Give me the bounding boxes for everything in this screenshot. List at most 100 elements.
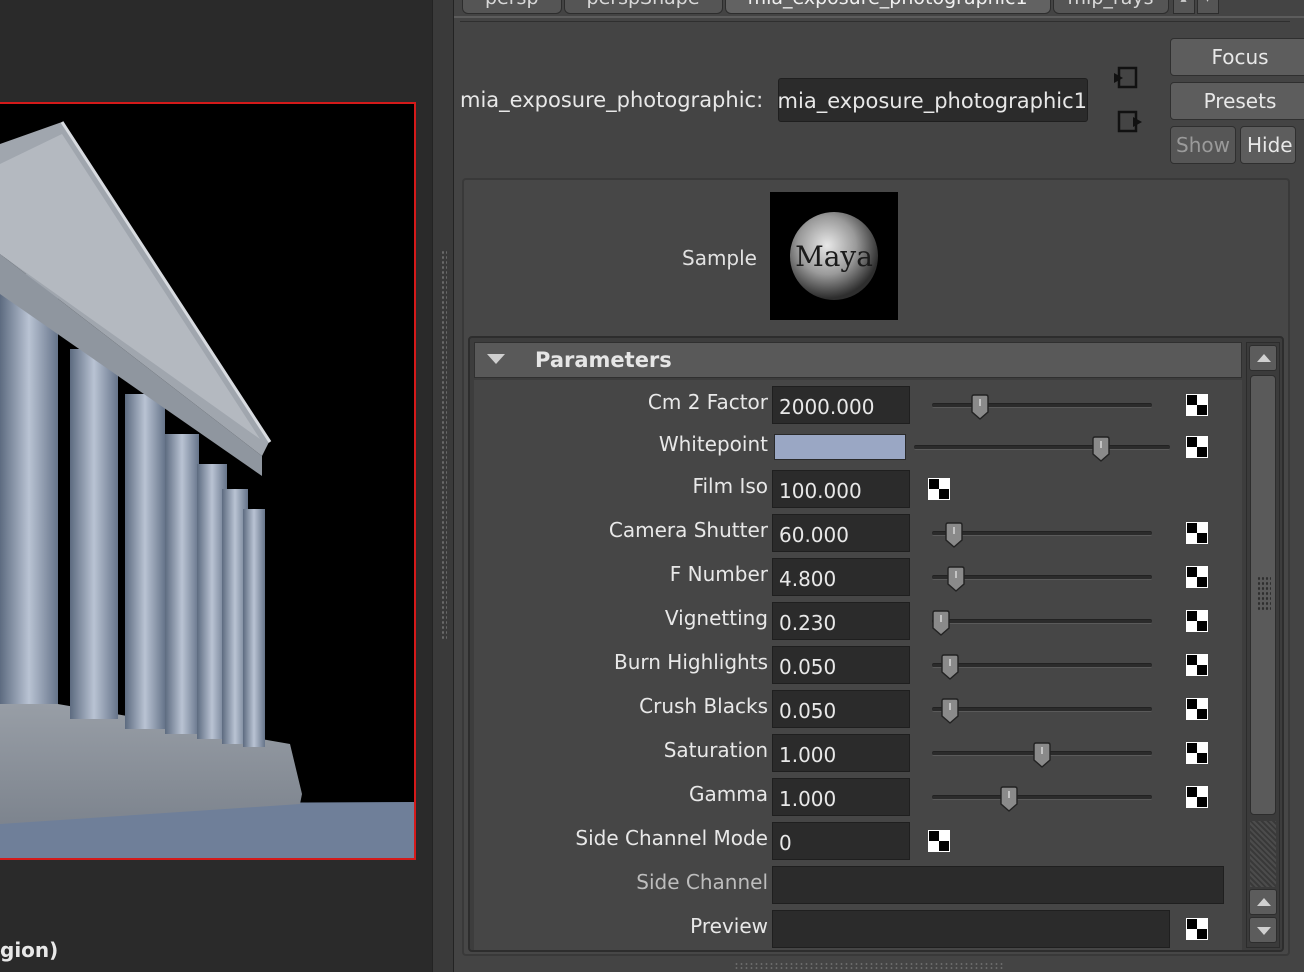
map-button-checker-icon[interactable]	[1186, 610, 1208, 632]
param-row-burn-highlights: Burn Highlights 0.050	[474, 644, 1242, 684]
side-channel-field[interactable]	[772, 866, 1224, 904]
node-name-field[interactable]: mia_exposure_photographic1	[778, 78, 1088, 122]
focus-button[interactable]: Focus	[1170, 38, 1304, 76]
slider-thumb-icon[interactable]	[946, 566, 966, 592]
panel-splitter[interactable]	[432, 0, 454, 972]
scroll-up-button[interactable]	[1249, 345, 1277, 371]
param-row-cm2-factor: Cm 2 Factor 2000.000	[474, 384, 1242, 424]
scrollbar-track[interactable]	[1250, 821, 1276, 887]
crush-blacks-slider[interactable]	[932, 698, 1152, 724]
tab-perspshape[interactable]: perspShape	[563, 0, 723, 14]
param-row-whitepoint: Whitepoint	[474, 426, 1242, 466]
map-button-checker-icon[interactable]	[928, 478, 950, 500]
maya-logo-text: Maya	[795, 240, 873, 273]
tab-bar-divider	[460, 18, 1290, 22]
vignetting-slider[interactable]	[932, 610, 1152, 636]
slider-thumb-icon[interactable]	[1091, 436, 1111, 462]
camera-shutter-slider[interactable]	[932, 522, 1152, 548]
render-viewport[interactable]: gion)	[0, 0, 432, 972]
preview-field[interactable]	[772, 910, 1170, 948]
param-label: Film Iso	[692, 474, 768, 498]
sample-swatch[interactable]: Maya	[770, 192, 898, 320]
parameters-scrollbar[interactable]	[1246, 342, 1280, 948]
presets-button[interactable]: Presets	[1170, 82, 1304, 120]
slider-thumb-icon[interactable]	[944, 522, 964, 548]
render-region[interactable]	[0, 102, 416, 860]
map-button-checker-icon[interactable]	[1186, 918, 1208, 940]
slider-thumb-icon[interactable]	[970, 394, 990, 420]
tab-mia-exposure-photographic1[interactable]: mia_exposure_photographic1	[724, 0, 1051, 14]
map-button-checker-icon[interactable]	[1186, 742, 1208, 764]
whitepoint-slider[interactable]	[914, 436, 1170, 462]
tab-scroll-down-icon[interactable]: ▾	[1196, 0, 1219, 14]
saturation-slider[interactable]	[932, 742, 1152, 768]
map-button-checker-icon[interactable]	[1186, 436, 1208, 458]
map-button-checker-icon[interactable]	[1186, 698, 1208, 720]
param-row-crush-blacks: Crush Blacks 0.050	[474, 688, 1242, 728]
parameters-header[interactable]: Parameters	[474, 342, 1242, 378]
slider-thumb-icon[interactable]	[940, 654, 960, 680]
param-label: Preview	[690, 914, 768, 938]
map-button-checker-icon[interactable]	[1186, 654, 1208, 676]
input-connections-icon[interactable]	[1110, 64, 1140, 92]
param-row-preview: Preview	[474, 908, 1242, 948]
viewport-status-text: gion)	[0, 938, 59, 962]
param-row-f-number: F Number 4.800	[474, 556, 1242, 596]
maya-logo-icon: Maya	[770, 192, 898, 320]
tab-scroll-up-icon[interactable]: ▴	[1172, 0, 1195, 14]
cm2-factor-slider[interactable]	[932, 394, 1152, 420]
param-row-vignetting: Vignetting 0.230	[474, 600, 1242, 640]
rendered-temple-image	[0, 104, 414, 858]
attribute-editor: persp perspShape mia_exposure_photograph…	[454, 0, 1304, 972]
param-row-camera-shutter: Camera Shutter 60.000	[474, 512, 1242, 552]
parameters-list: Cm 2 Factor 2000.000 Whitepoint Film Iso…	[474, 380, 1242, 950]
splitter-grip[interactable]	[441, 250, 447, 640]
slider-thumb-icon[interactable]	[931, 610, 951, 636]
film-iso-field[interactable]: 100.000	[772, 470, 910, 508]
node-name-value: mia_exposure_photographic1	[778, 89, 1087, 113]
param-label: Gamma	[689, 782, 768, 806]
maya-window: gion) persp perspShape mia_exposure_phot…	[0, 0, 1304, 972]
collapse-triangle-icon[interactable]	[487, 354, 505, 364]
burn-highlights-slider[interactable]	[932, 654, 1152, 680]
saturation-field[interactable]: 1.000	[772, 734, 910, 772]
node-type-label: mia_exposure_photographic:	[460, 88, 764, 112]
tab-mip-rays[interactable]: mip_rays	[1052, 0, 1169, 14]
hide-button[interactable]: Hide	[1240, 126, 1296, 164]
map-button-checker-icon[interactable]	[1186, 786, 1208, 808]
side-channel-mode-field[interactable]: 0	[772, 822, 910, 860]
vignetting-field[interactable]: 0.230	[772, 602, 910, 640]
map-button-checker-icon[interactable]	[1186, 566, 1208, 588]
f-number-field[interactable]: 4.800	[772, 558, 910, 596]
slider-thumb-icon[interactable]	[1032, 742, 1052, 768]
param-label: Crush Blacks	[639, 694, 768, 718]
gamma-slider[interactable]	[932, 786, 1152, 812]
scrollbar-thumb[interactable]	[1250, 375, 1276, 815]
slider-thumb-icon[interactable]	[940, 698, 960, 724]
param-row-side-channel: Side Channel	[474, 864, 1242, 904]
camera-shutter-field[interactable]: 60.000	[772, 514, 910, 552]
map-button-checker-icon[interactable]	[1186, 394, 1208, 416]
show-button[interactable]: Show	[1170, 126, 1236, 164]
bottom-resize-grip[interactable]	[734, 962, 1004, 970]
map-button-checker-icon[interactable]	[928, 830, 950, 852]
arrow-up-icon	[1257, 898, 1271, 906]
scroll-up-button-lower[interactable]	[1249, 889, 1277, 915]
attribute-frame: Sample Maya Parameters Cm 2 Factor 2000.…	[462, 178, 1290, 956]
param-label: Camera Shutter	[608, 518, 768, 542]
crush-blacks-field[interactable]: 0.050	[772, 690, 910, 728]
map-button-checker-icon[interactable]	[1186, 522, 1208, 544]
scroll-down-button[interactable]	[1249, 917, 1277, 943]
cm2-factor-field[interactable]: 2000.000	[772, 386, 910, 424]
whitepoint-color-swatch[interactable]	[774, 434, 906, 460]
burn-highlights-field[interactable]: 0.050	[772, 646, 910, 684]
gamma-field[interactable]: 1.000	[772, 778, 910, 816]
tab-persp[interactable]: persp	[462, 0, 562, 14]
f-number-slider[interactable]	[932, 566, 1152, 592]
param-row-saturation: Saturation 1.000	[474, 732, 1242, 772]
output-connections-icon[interactable]	[1116, 108, 1146, 136]
param-label: Side Channel	[636, 870, 768, 894]
parameters-title: Parameters	[535, 348, 672, 372]
parameters-section: Parameters Cm 2 Factor 2000.000 Whitepoi…	[468, 336, 1284, 952]
slider-thumb-icon[interactable]	[999, 786, 1019, 812]
